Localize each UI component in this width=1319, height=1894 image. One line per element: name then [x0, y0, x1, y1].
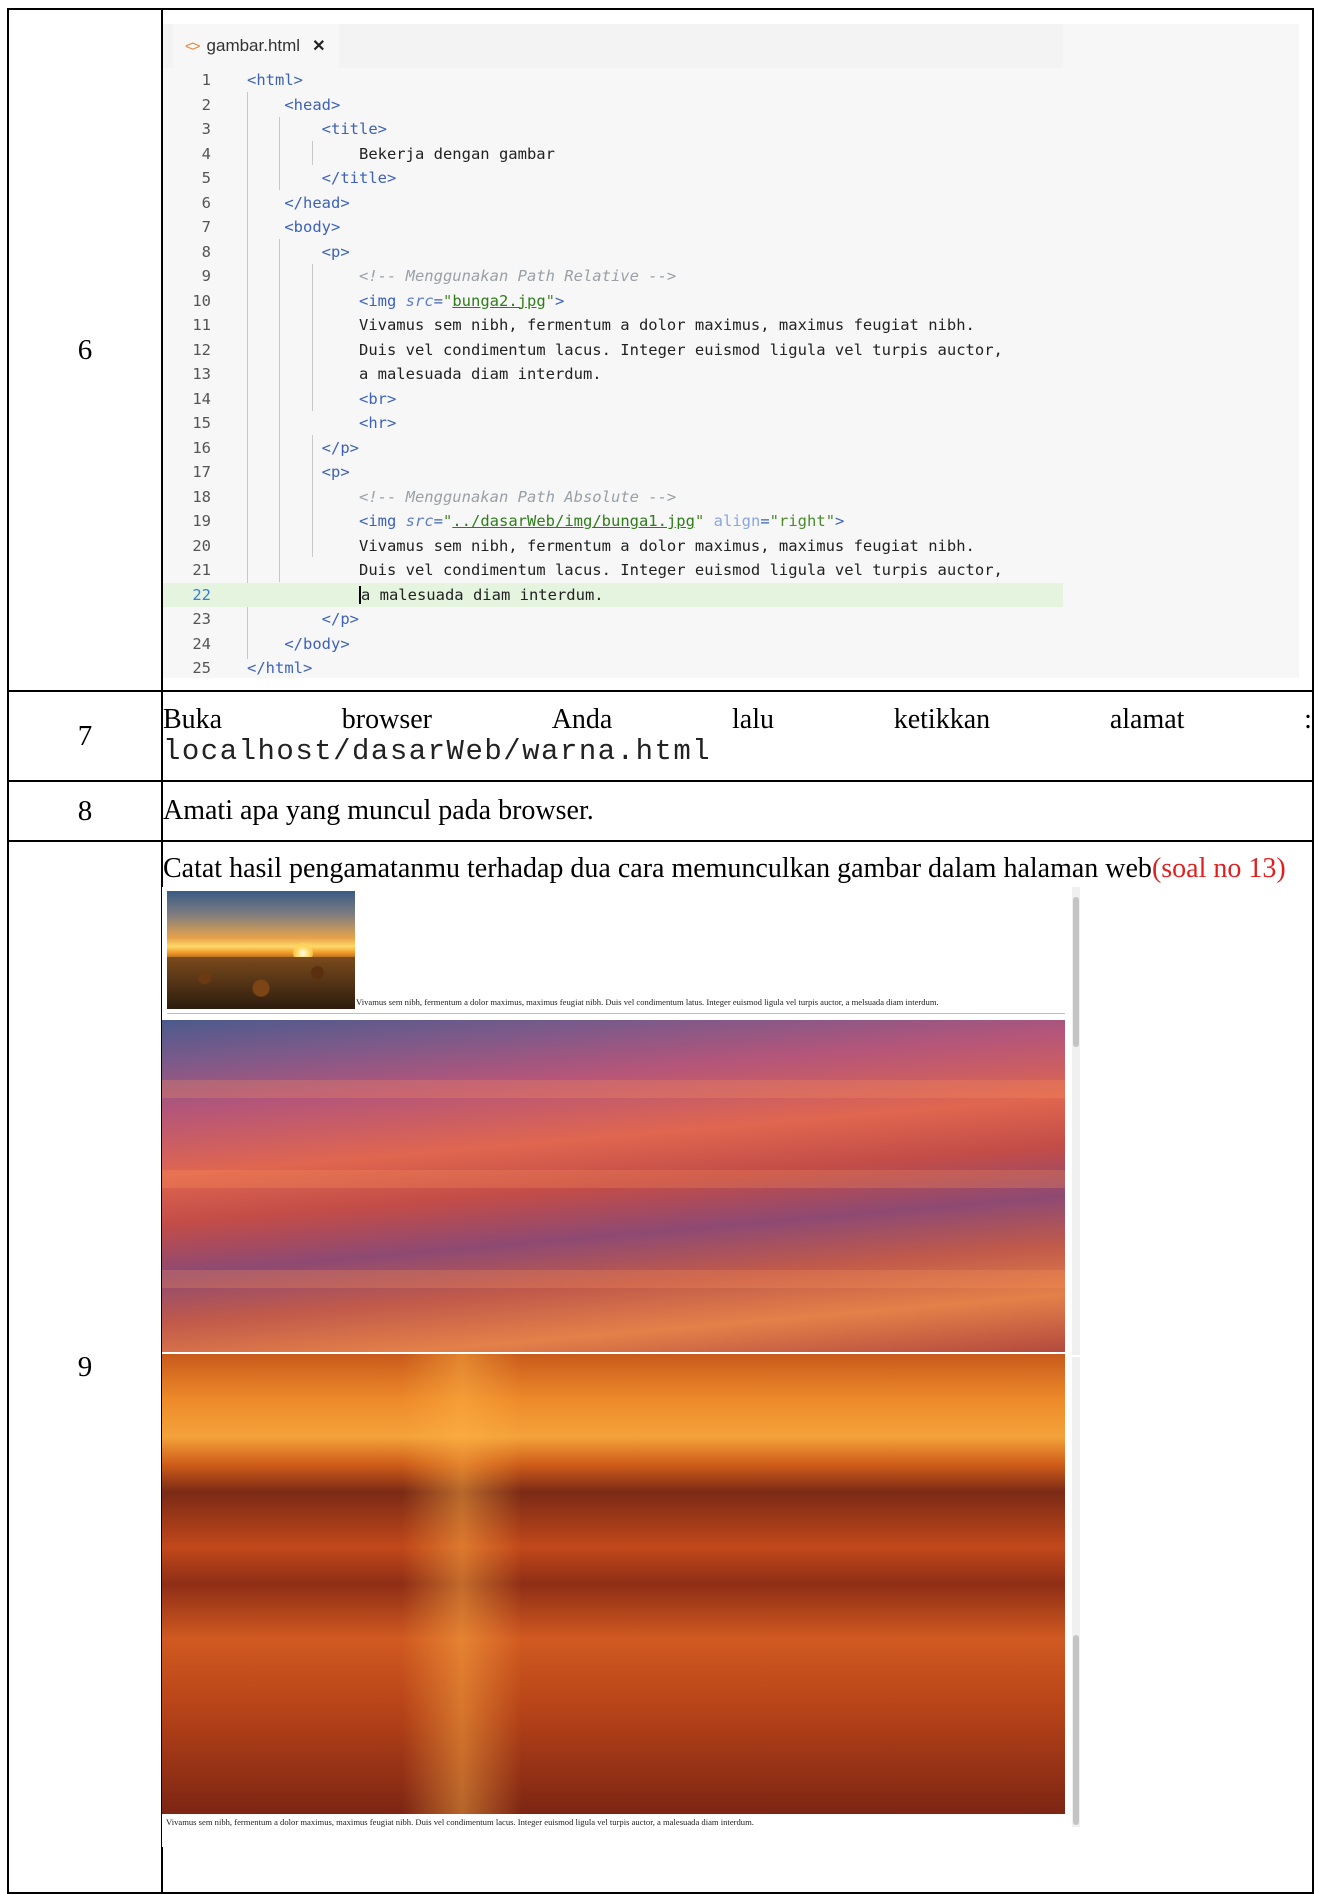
scrollbar-thumb[interactable] [1073, 897, 1079, 1047]
beach-sunset-image [162, 1354, 1065, 1814]
code-line: 1 <html> [201, 71, 303, 89]
step-row-6: 6 <> gambar.html ✕ 1 <html> 2 <head> 3 <… [7, 8, 1314, 692]
code-line: 14 <br> [192, 389, 397, 408]
close-icon[interactable]: ✕ [312, 36, 325, 56]
code-line: 16 </p> [192, 438, 359, 457]
code-line: 11 Vivamus sem nibh, fermentum a dolor m… [192, 316, 975, 334]
code-line: 24 </body> [192, 634, 350, 653]
step-number: 8 [7, 780, 163, 842]
step-row-7: 7 Buka browser Anda lalu ketikkan alamat… [7, 690, 1314, 782]
sunset-sky-image [162, 1020, 1065, 1352]
step-content: <> gambar.html ✕ 1 <html> 2 <head> 3 <ti… [161, 8, 1314, 692]
text-cursor: a malesuada diam interdum. [358, 585, 604, 604]
code-line: 17 <p> [192, 463, 350, 481]
scrollbar[interactable] [1072, 1357, 1080, 1827]
code-line: 6 </head> [201, 193, 350, 212]
code-area[interactable]: 1 <html> 2 <head> 3 <title> 4 Bekerja den… [163, 68, 1063, 681]
code-file-icon: <> [185, 37, 200, 55]
step-row-8: 8 Amati apa yang muncul pada browser. [7, 780, 1314, 842]
horizontal-rule [167, 1013, 1065, 1014]
code-line: 3 <title> [201, 120, 387, 138]
code-line: 23 </p> [192, 610, 359, 628]
code-line: 19 <img src="../dasarWeb/img/bunga1.jpg"… [192, 512, 845, 530]
code-line: 25 </html> [192, 659, 313, 677]
code-line-active: 22 a malesuada diam interdum. [163, 582, 1063, 607]
sunflower-image [167, 891, 355, 1009]
code-line: 2 <head> [201, 95, 341, 114]
code-line: 7 <body> [201, 218, 341, 236]
tab-title: gambar.html [206, 36, 301, 55]
code-line: 5 </title> [201, 169, 397, 187]
code-line: 10 <img src="bunga2.jpg"> [192, 291, 565, 310]
code-line: 20 Vivamus sem nibh, fermentum a dolor m… [192, 536, 975, 555]
steps-table: 6 <> gambar.html ✕ 1 <html> 2 <head> 3 <… [7, 8, 1314, 1894]
instruction-line: Buka browser Anda lalu ketikkan alamat : [163, 704, 1312, 735]
step-number: 7 [7, 690, 163, 782]
code-editor: <> gambar.html ✕ 1 <html> 2 <head> 3 <ti… [163, 24, 1299, 678]
step-number: 9 [7, 840, 163, 1894]
scrollbar[interactable] [1072, 887, 1080, 1355]
code-line: 21 Duis vel condimentum lacus. Integer e… [192, 561, 1003, 579]
code-line: 4 Bekerja dengan gambar [201, 144, 555, 163]
scrollbar-thumb[interactable] [1073, 1635, 1079, 1825]
document-page: 6 <> gambar.html ✕ 1 <html> 2 <head> 3 <… [0, 0, 1319, 1894]
question-note: (soal no 13) [1151, 853, 1286, 884]
code-line: 9 <!-- Menggunakan Path Relative --> [201, 267, 677, 285]
browser-screenshot: Vivamus sem nibh, fermentum a dolor maxi… [162, 887, 1082, 1847]
step-number: 6 [7, 8, 163, 692]
code-line: 8 <p> [201, 242, 350, 261]
step-content: Catat hasil pengamatanmu terhadap dua ca… [161, 840, 1314, 1894]
caption-text-2: Vivamus sem nibh, fermentum a dolor maxi… [166, 1817, 754, 1827]
caption-text-1: Vivamus sem nibh, fermentum a dolor maxi… [356, 997, 939, 1007]
code-line: 18 <!-- Menggunakan Path Absolute --> [192, 487, 677, 506]
instruction-paragraph: Catat hasil pengamatanmu terhadap dua ca… [163, 853, 1286, 884]
editor-tab[interactable]: <> gambar.html ✕ [173, 24, 340, 68]
editor-tabbar: <> gambar.html ✕ [163, 24, 1063, 68]
code-line: 13 a malesuada diam interdum. [192, 365, 602, 383]
address-text: localhost/dasarWeb/warna.html [163, 735, 712, 768]
code-line: 12 Duis vel condimentum lacus. Integer e… [192, 340, 1003, 359]
step-content: Buka browser Anda lalu ketikkan alamat :… [161, 690, 1314, 782]
step-text: Amati apa yang muncul pada browser. [161, 780, 1314, 842]
step-row-9: 9 Catat hasil pengamatanmu terhadap dua … [7, 840, 1314, 1894]
code-line: 15 <hr> [192, 414, 397, 432]
